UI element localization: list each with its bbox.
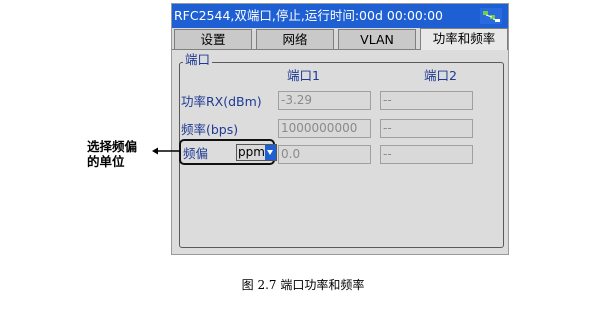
tab-network[interactable]: 网络 xyxy=(256,29,334,49)
tab-vlan[interactable]: VLAN xyxy=(338,29,416,49)
frequency-offset-port1-field: 0.0 xyxy=(278,145,371,164)
tab-settings[interactable]: 设置 xyxy=(174,29,252,49)
port2-header: 端口2 xyxy=(424,68,457,83)
frequency-label: 频率(bps) xyxy=(181,122,239,137)
network-activity-icon xyxy=(480,8,502,24)
figure-caption: 图 2.7 端口功率和频率 xyxy=(241,278,365,292)
annotation-text: 选择频偏 的单位 xyxy=(87,139,151,169)
power-frequency-panel: 端口 端口1 端口2 功率RX(dBm) -3.29 -- 频率(bps) 10… xyxy=(172,50,508,254)
chevron-down-icon[interactable] xyxy=(265,145,276,160)
port1-header: 端口1 xyxy=(287,68,320,83)
device-screen: RFC2544,双端口,停止,运行时间:00d 00:00:00 设置 网络 V… xyxy=(171,3,509,255)
frequency-port2-field: -- xyxy=(380,119,473,138)
tab-power-frequency[interactable]: 功率和频率 xyxy=(420,28,508,50)
frequency-offset-unit-select[interactable]: ppm xyxy=(236,144,277,161)
annotation-line1: 选择频偏 xyxy=(87,139,138,154)
annotation-line2: 的单位 xyxy=(87,154,125,169)
unit-select-value: ppm xyxy=(238,145,265,159)
tab-bar: 设置 网络 VLAN 功率和频率 xyxy=(172,28,508,50)
frequency-offset-label: 频偏 xyxy=(183,146,209,161)
window-title: RFC2544,双端口,停止,运行时间:00d 00:00:00 xyxy=(174,8,444,23)
port-group-legend: 端口 xyxy=(183,52,213,67)
power-rx-label: 功率RX(dBm) xyxy=(181,94,262,109)
power-rx-port2-field: -- xyxy=(380,91,473,110)
title-bar: RFC2544,双端口,停止,运行时间:00d 00:00:00 xyxy=(172,4,508,28)
frequency-offset-port2-field: -- xyxy=(380,145,473,164)
arrow-left-icon xyxy=(152,147,180,155)
power-rx-port1-field: -3.29 xyxy=(278,91,371,110)
frequency-port1-field: 1000000000 xyxy=(278,119,371,138)
